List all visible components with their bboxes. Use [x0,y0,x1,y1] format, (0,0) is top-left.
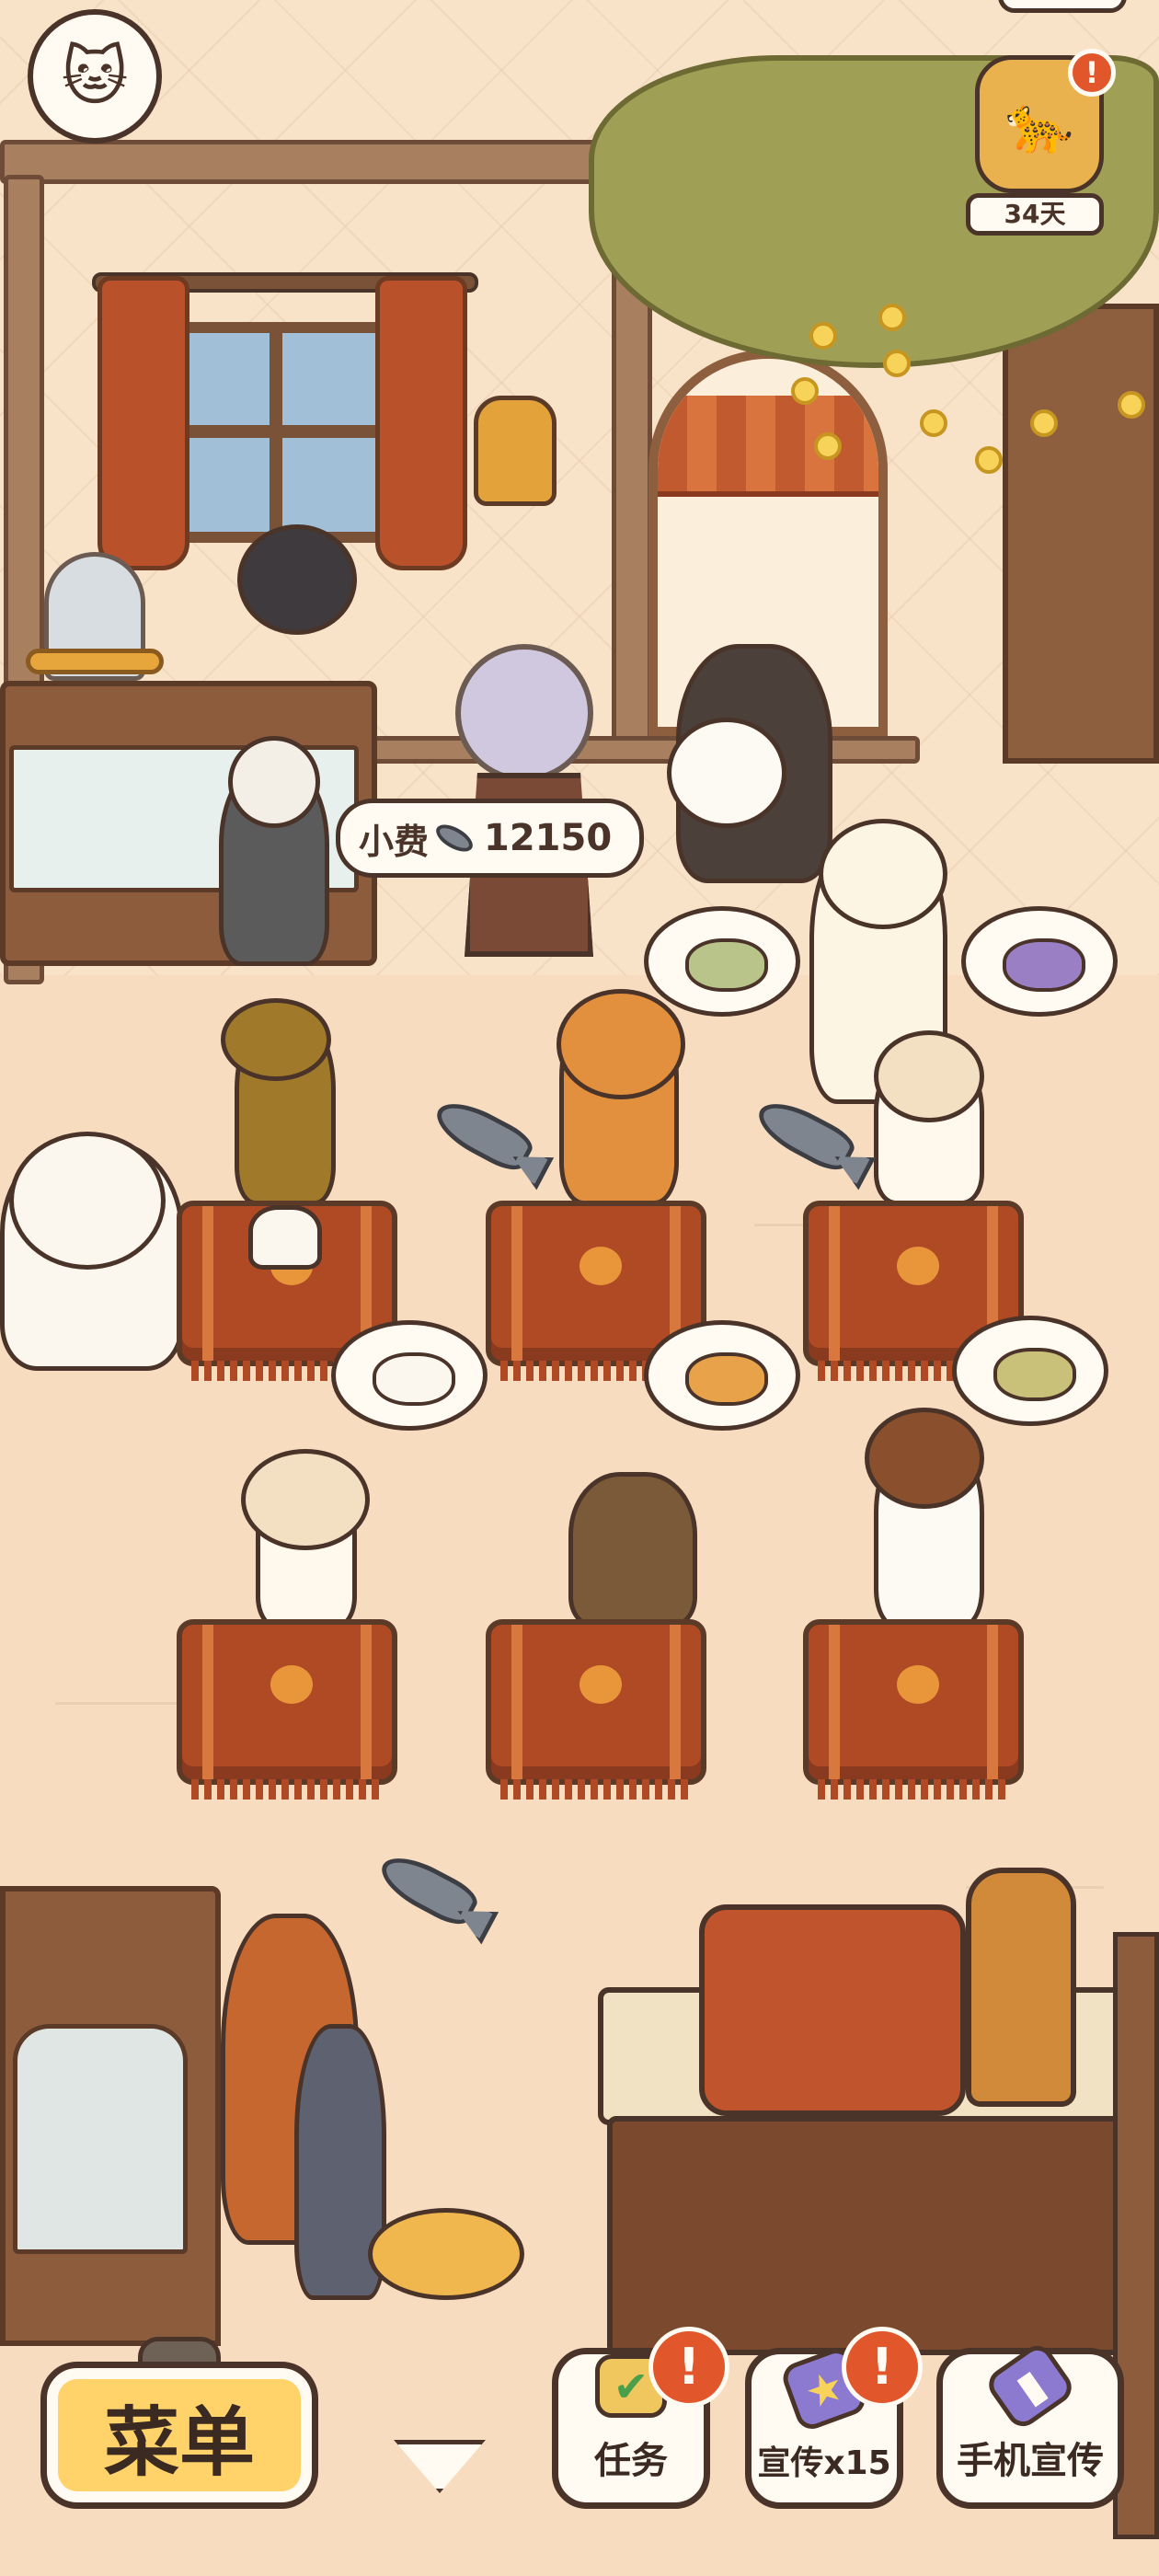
onigiri-icon [373,1352,455,1406]
collie-head [865,1408,984,1509]
soup-bowl-icon [993,1348,1076,1401]
string-light [975,446,1003,474]
string-light [1118,391,1145,419]
event-button[interactable]: 🐆 ! [975,49,1116,193]
promo-label: 宣传x15 [757,2444,891,2482]
phone-promo-button[interactable]: ▮ 手机宣传 [936,2339,1124,2509]
snowy-window [164,322,394,543]
door-awning [658,396,878,497]
paw-print [897,1247,939,1285]
paw-print [580,1665,622,1704]
snow-globe [455,644,593,782]
alert-icon: ! [648,2327,729,2408]
wall-lantern [474,396,557,506]
table-fringe [191,1779,384,1800]
string-light [791,377,819,405]
string-light [1030,409,1058,437]
tree-trunk [1003,304,1159,764]
corgi-customer[interactable] [667,718,786,828]
mochi-icon [1003,938,1085,992]
curtain-right [375,276,467,570]
table-5[interactable] [486,1619,706,1800]
tasks-label: 任务 [594,2440,668,2482]
table-6[interactable] [803,1619,1024,1800]
roll-cake-icon [685,938,768,992]
tip-counter[interactable]: 小费 12150 [336,799,644,878]
alert-icon: ! [842,2327,923,2408]
player-avatar[interactable]: 🐱 [28,9,162,144]
black-cat-cashier[interactable] [237,524,357,635]
paw-print [897,1665,939,1704]
table-fringe [500,1779,694,1800]
days-counter: 34天 [966,193,1104,236]
string-light [878,304,906,331]
curtain-left [98,276,189,570]
hedgehog-customer[interactable] [568,1472,697,1628]
phone-icon: ▮ [982,2339,1078,2433]
cake-stand [26,649,164,674]
coffee-grinder[interactable] [966,1868,1076,2107]
table-4[interactable] [177,1619,397,1800]
top-pull-tab[interactable] [998,0,1127,13]
paw-print [580,1247,622,1285]
fish-icon [431,819,477,857]
drink-cabinet-glass [13,2024,188,2254]
white-fluffy-dog-head [9,1132,166,1270]
string-light [809,322,837,350]
order-bubble-onigiri[interactable] [331,1320,488,1431]
coffee-bar-counter [607,2116,1159,2355]
order-bubble-roll-cake[interactable] [644,906,800,1017]
order-bubble-mochi[interactable] [961,906,1118,1017]
alert-icon: ! [1068,49,1116,97]
string-light [920,409,947,437]
tip-amount: 12150 [484,817,613,859]
espresso-machine[interactable] [699,1904,966,2116]
string-light [814,432,842,460]
tip-label: 小费 [359,821,430,862]
string-light [883,350,911,377]
order-bubble-soup[interactable] [952,1316,1108,1426]
pet-cushion [368,2208,524,2300]
cat-avatar-icon: 🐱 [61,39,129,114]
pancakes-icon [685,1352,768,1406]
order-bubble-pancakes[interactable] [644,1320,800,1431]
weasel-head [221,998,331,1081]
tasks-button[interactable]: ✔ 任务 ! [552,2327,729,2509]
chihuahua-head [241,1449,370,1550]
table-fringe [818,1779,1011,1800]
paw-print [270,1665,313,1704]
phone-promo-label: 手机宣传 [957,2440,1104,2482]
served-onigiri [248,1205,322,1270]
badger-waiter-head [228,736,320,828]
tiger-head [557,989,685,1099]
event-character-icon: 🐆 [1004,92,1074,157]
promo-button[interactable]: ★ 宣传x15 ! [745,2327,923,2509]
menu-button[interactable]: 菜单 [40,2362,318,2509]
lucky-cat-head [819,819,947,929]
chihuahua-head-top [874,1030,984,1122]
